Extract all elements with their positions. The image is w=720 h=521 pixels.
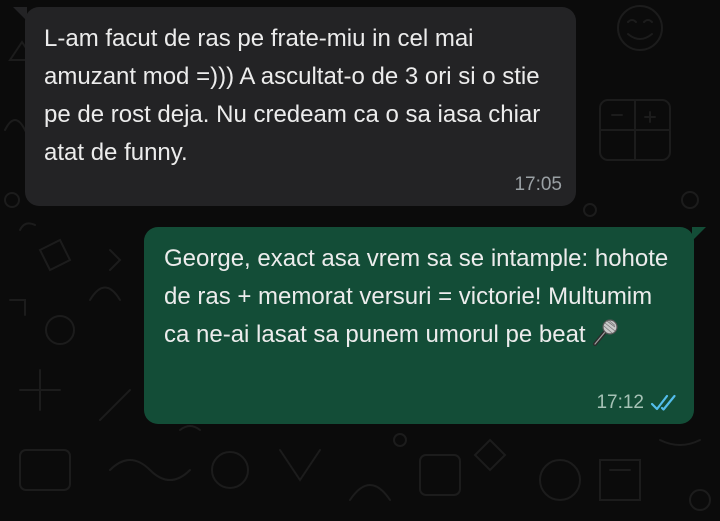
- incoming-message-time: 17:05: [514, 174, 562, 195]
- outgoing-message-bubble[interactable]: George, exact asa vrem sa se intample: h…: [144, 227, 694, 424]
- outgoing-message-meta: 17:12: [596, 393, 680, 413]
- incoming-message-text: L-am facut de ras pe frate-miu in cel ma…: [44, 25, 541, 166]
- incoming-message-bubble[interactable]: L-am facut de ras pe frate-miu in cel ma…: [25, 7, 576, 206]
- incoming-message-meta: 17:05: [514, 175, 562, 195]
- outgoing-bubble-tail: [692, 227, 706, 241]
- microphone-icon: [592, 319, 618, 346]
- double-check-read-icon: [650, 394, 676, 411]
- outgoing-message-text-wrap: George, exact asa vrem sa se intample: h…: [164, 240, 680, 354]
- outgoing-message-time: 17:12: [596, 392, 644, 413]
